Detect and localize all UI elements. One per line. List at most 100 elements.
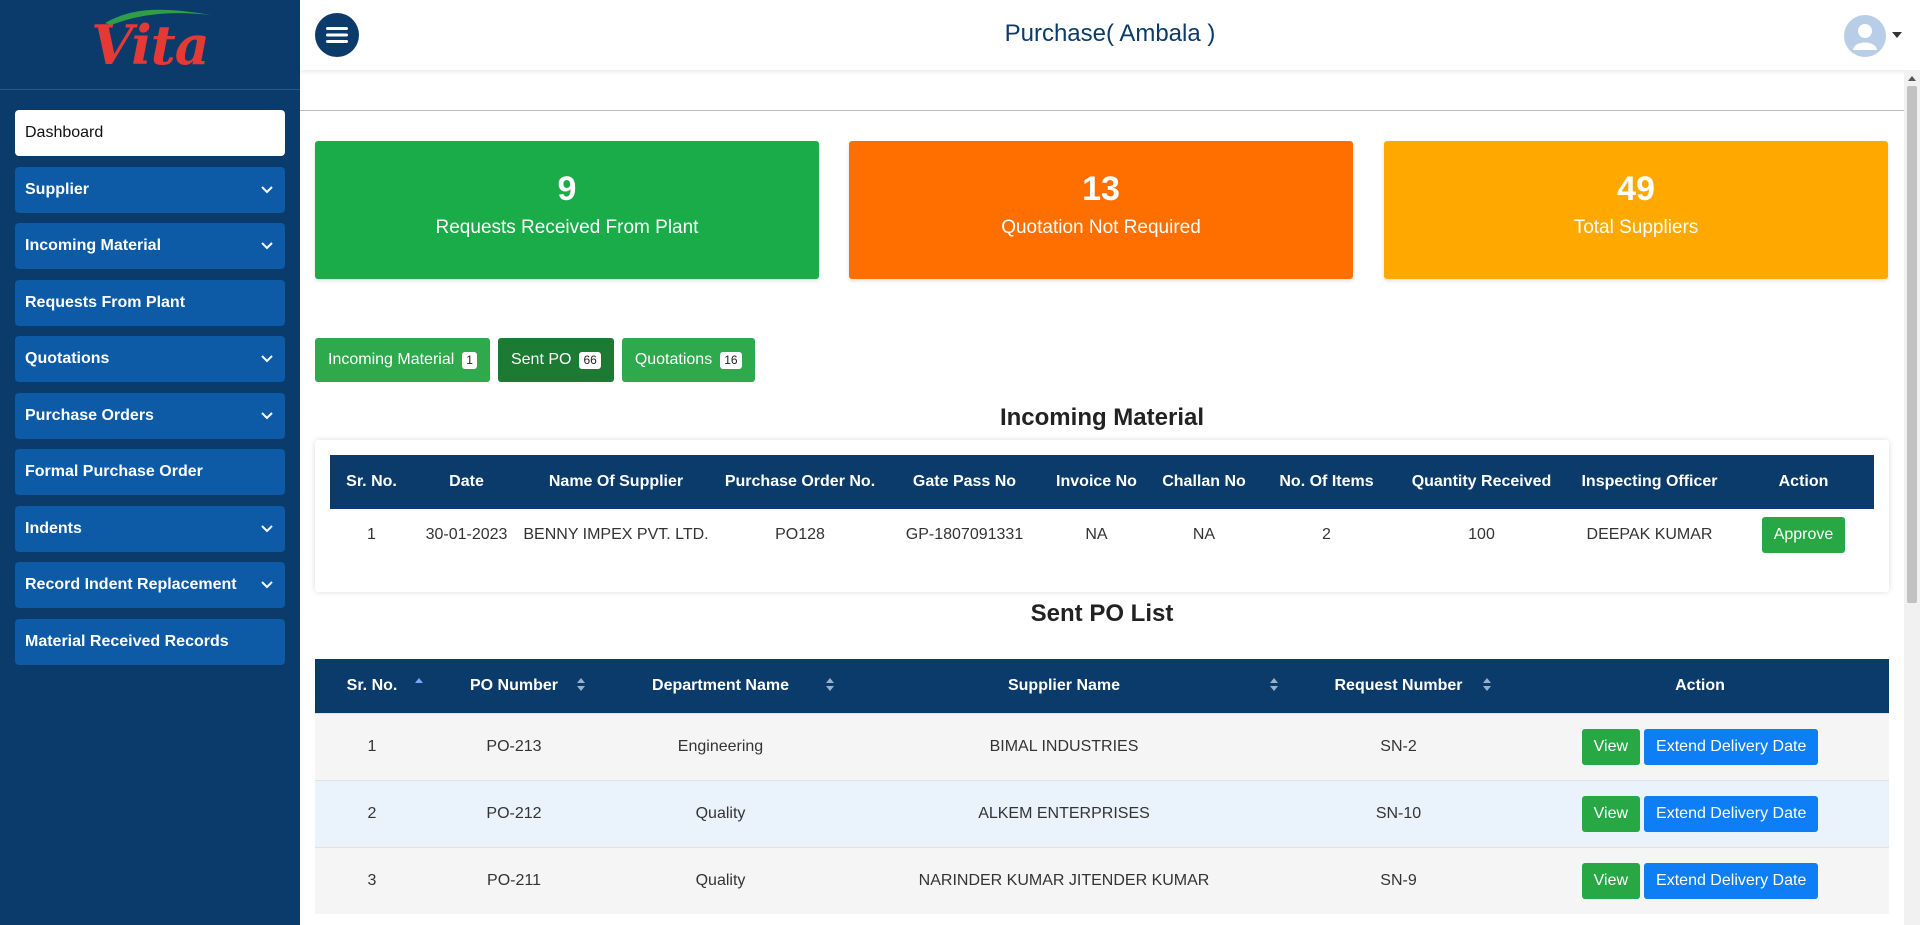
cell-action: Approve (1733, 509, 1874, 561)
chevron-down-icon (259, 408, 275, 424)
sidebar-item-quotations[interactable]: Quotations (15, 336, 285, 382)
row-actions: View Extend Delivery Date (1511, 795, 1889, 832)
logo-area: Vita (0, 0, 300, 90)
cell-sr-no: 3 (315, 846, 429, 914)
sidebar-item-label: Dashboard (25, 124, 104, 141)
card-requests-received[interactable]: 9 Requests Received From Plant (315, 141, 819, 279)
view-button[interactable]: View (1581, 728, 1641, 765)
card-label: Requests Received From Plant (435, 217, 699, 238)
cell-quantity: 100 (1468, 526, 1495, 543)
sidebar-item-supplier[interactable]: Supplier (15, 166, 285, 213)
cell-supplier: BIMAL INDUSTRIES (842, 712, 1286, 780)
scroll-up-arrow-icon[interactable] (1908, 76, 1916, 81)
cell-items: 2 (1322, 526, 1331, 543)
scrollbar-thumb[interactable] (1907, 86, 1917, 603)
sort-icon[interactable] (1270, 678, 1278, 692)
approve-button[interactable]: Approve (1761, 517, 1846, 553)
card-value: 9 (557, 170, 577, 208)
sidebar-item-label: Indents (25, 519, 82, 537)
sidebar-item-label: Supplier (25, 180, 90, 198)
sidebar-item-record-indent-replacement[interactable]: Record Indent Replacement (15, 562, 285, 608)
tab-label: Incoming Material (328, 351, 455, 368)
card-label: Quotation Not Required (1001, 217, 1201, 238)
table-header-row: Sr. No. Date Name Of Supplier Purchase O… (330, 455, 1874, 509)
cell-department: Engineering (599, 712, 842, 780)
user-menu-caret-icon[interactable] (1892, 32, 1902, 38)
card-label: Total Suppliers (1573, 217, 1699, 238)
sidebar-item-label: Purchase Orders (25, 406, 154, 424)
row-actions: View Extend Delivery Date (1511, 728, 1889, 765)
incoming-material-panel: Sr. No. Date Name Of Supplier Purchase O… (315, 440, 1889, 592)
tab-sent-po[interactable]: Sent PO 66 (497, 338, 614, 382)
sort-icon[interactable] (826, 678, 834, 692)
view-button[interactable]: View (1581, 862, 1641, 899)
vertical-scrollbar[interactable] (1904, 70, 1920, 925)
cell-invoice: NA (1085, 526, 1108, 543)
extend-delivery-date-button[interactable]: Extend Delivery Date (1644, 728, 1819, 765)
column-header: Inspecting Officer (1566, 455, 1733, 509)
sort-ascending-icon[interactable] (415, 678, 423, 692)
chevron-down-icon (259, 577, 275, 593)
cell-request-number: SN-10 (1286, 779, 1511, 847)
column-header-supplier[interactable]: Supplier Name (842, 659, 1286, 713)
chevron-down-icon (259, 521, 275, 537)
sort-icon[interactable] (577, 678, 585, 692)
summary-cards: 9 Requests Received From Plant 13 Quotat… (315, 141, 1889, 279)
logo-swoosh-icon (105, 9, 212, 25)
extend-delivery-date-button[interactable]: Extend Delivery Date (1644, 862, 1819, 899)
page-title: Purchase( Ambala ) (1004, 20, 1216, 47)
sent-po-table: Sr. No. PO Number Department Name Suppli… (315, 659, 1889, 914)
count-badge: 16 (720, 351, 742, 369)
tab-quotations[interactable]: Quotations 16 (621, 338, 755, 382)
cell-po-number: PO-213 (429, 712, 599, 780)
user-avatar[interactable] (1844, 15, 1886, 57)
column-header-department[interactable]: Department Name (599, 659, 842, 713)
card-quotation-not-required[interactable]: 13 Quotation Not Required (849, 141, 1353, 279)
table-row: 3 PO-211 Quality NARINDER KUMAR JITENDER… (315, 846, 1889, 914)
sidebar-item-label: Incoming Material (25, 237, 162, 254)
cell-action: View Extend Delivery Date (1511, 712, 1889, 780)
cell-po-number: PO128 (775, 526, 825, 543)
column-header-label: PO Number (469, 676, 558, 694)
table-header-row: Sr. No. PO Number Department Name Suppli… (315, 659, 1889, 713)
cell-request-number: SN-2 (1286, 712, 1511, 780)
sidebar-item-material-received-records[interactable]: Material Received Records (15, 618, 285, 665)
column-header-label: Sr. No. (346, 676, 398, 694)
incoming-material-heading: Incoming Material (999, 404, 1205, 431)
sidebar-item-requests-from-plant[interactable]: Requests From Plant (15, 279, 285, 326)
user-icon (1853, 24, 1877, 50)
cell-action: View Extend Delivery Date (1511, 779, 1889, 847)
chevron-down-icon (259, 182, 275, 198)
column-header-po-number[interactable]: PO Number (429, 659, 599, 713)
column-header-label: Supplier Name (1007, 676, 1121, 694)
view-button[interactable]: View (1581, 795, 1641, 832)
tab-label: Sent PO (510, 351, 572, 368)
main-content: 9 Requests Received From Plant 13 Quotat… (300, 70, 1904, 925)
column-header-request-number[interactable]: Request Number (1286, 659, 1511, 713)
column-header: No. Of Items (1256, 455, 1397, 509)
sidebar-item-formal-purchase-order[interactable]: Formal Purchase Order (15, 449, 285, 495)
sidebar-item-dashboard[interactable]: Dashboard (15, 110, 285, 156)
column-header: Invoice No (1041, 455, 1152, 509)
column-header: Date (413, 455, 520, 509)
cell-supplier: ALKEM ENTERPRISES (842, 779, 1286, 847)
chevron-down-icon (259, 238, 275, 254)
cell-action: View Extend Delivery Date (1511, 846, 1889, 914)
sidebar-item-label: Record Indent Replacement (25, 576, 237, 593)
count-badge: 66 (579, 351, 601, 369)
extend-delivery-date-button[interactable]: Extend Delivery Date (1644, 795, 1819, 832)
sidebar-item-incoming-material[interactable]: Incoming Material (15, 223, 285, 269)
column-header: Purchase Order No. (712, 455, 888, 509)
sidebar-item-indents[interactable]: Indents (15, 505, 285, 552)
sidebar-item-purchase-orders[interactable]: Purchase Orders (15, 392, 285, 439)
column-header: Name Of Supplier (520, 455, 712, 509)
column-header-sr-no[interactable]: Sr. No. (315, 659, 429, 713)
table-row: 1 30-01-2023 BENNY IMPEX PVT. LTD. PO128… (330, 509, 1874, 561)
top-header: Purchase( Ambala ) (300, 0, 1920, 70)
sort-icon[interactable] (1483, 678, 1491, 692)
card-total-suppliers[interactable]: 49 Total Suppliers (1384, 141, 1888, 279)
vita-logo[interactable]: Vita (91, 9, 212, 77)
cell-department: Quality (599, 779, 842, 847)
tab-bar: Incoming Material 1 Sent PO 66 Quotation… (315, 338, 755, 382)
tab-incoming-material[interactable]: Incoming Material 1 (315, 338, 490, 382)
